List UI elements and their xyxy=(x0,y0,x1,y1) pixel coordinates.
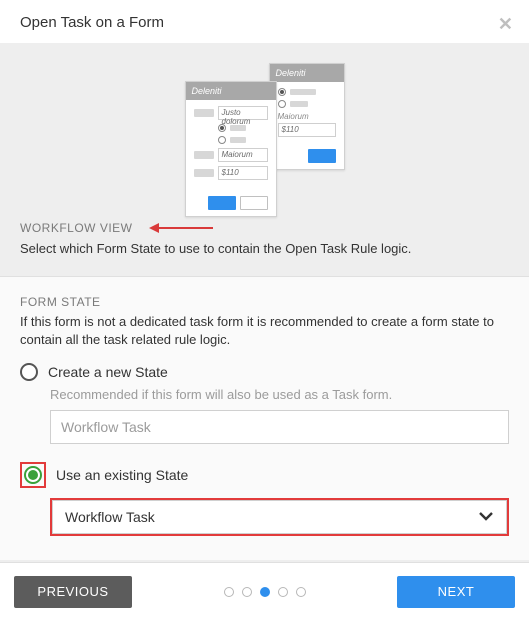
modal-open-task-on-form: Open Task on a Form ✕ Deleniti Maiorum $… xyxy=(0,0,529,620)
new-state-name-input[interactable] xyxy=(50,410,509,444)
step-dot[interactable] xyxy=(242,587,252,597)
workflow-view-heading: WORKFLOW VIEW xyxy=(20,221,133,235)
step-indicator xyxy=(144,587,385,597)
step-dot[interactable] xyxy=(296,587,306,597)
existing-state-select[interactable]: Workflow Task xyxy=(52,500,507,534)
illustration: Deleniti Maiorum $110 Deleniti Justo dol… xyxy=(0,43,529,217)
form-state-desc: If this form is not a dedicated task for… xyxy=(20,313,509,349)
option-create-new-state[interactable]: Create a new State xyxy=(20,363,509,381)
chevron-down-icon xyxy=(478,509,494,525)
step-dot[interactable] xyxy=(278,587,288,597)
step-dot[interactable] xyxy=(224,587,234,597)
close-icon[interactable]: ✕ xyxy=(498,14,513,35)
highlight-box: Workflow Task xyxy=(50,498,509,536)
workflow-view-subtext: Select which Form State to use to contai… xyxy=(0,235,529,276)
previous-button[interactable]: PREVIOUS xyxy=(14,576,132,608)
modal-footer: PREVIOUS NEXT xyxy=(0,562,529,620)
modal-content: Deleniti Maiorum $110 Deleniti Justo dol… xyxy=(0,43,529,562)
form-state-heading: FORM STATE xyxy=(20,295,509,309)
option-label: Use an existing State xyxy=(56,467,188,483)
form-state-panel: FORM STATE If this form is not a dedicat… xyxy=(0,276,529,560)
option-label: Create a new State xyxy=(48,364,168,380)
modal-title: Open Task on a Form xyxy=(0,0,529,43)
option-use-existing-state[interactable]: Use an existing State xyxy=(20,462,509,488)
step-dot[interactable] xyxy=(260,587,270,597)
highlight-box xyxy=(20,462,46,488)
next-button[interactable]: NEXT xyxy=(397,576,515,608)
option-new-hint: Recommended if this form will also be us… xyxy=(50,387,509,402)
radio-icon xyxy=(24,466,42,484)
arrow-left-icon xyxy=(147,221,215,235)
radio-icon xyxy=(20,363,38,381)
illus-card-title: Deleniti xyxy=(186,82,276,100)
select-value: Workflow Task xyxy=(65,509,155,525)
illus-card-title: Deleniti xyxy=(270,64,344,82)
